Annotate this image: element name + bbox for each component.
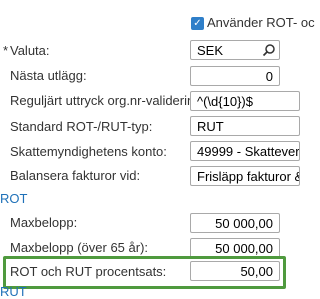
balansera-field[interactable]: Frisläpp fakturor & be: [190, 166, 300, 186]
uses-rot-checkbox[interactable]: ✓: [191, 17, 204, 30]
maxbelopp-field[interactable]: 50 000,00: [190, 213, 280, 233]
procentsats-field[interactable]: 50,00: [190, 261, 280, 281]
standard-typ-field[interactable]: RUT: [190, 116, 300, 136]
maxbelopp-65-field[interactable]: 50 000,00: [190, 238, 280, 258]
nasta-utlagg-field[interactable]: 0: [190, 66, 280, 86]
maxbelopp-65-label: Maxbelopp (över 65 år):: [10, 240, 149, 255]
skatte-konto-label: Skattemyndighetens konto:: [10, 144, 167, 159]
rut-section-title: RUT: [0, 284, 27, 299]
regex-field[interactable]: ^(\d{10})$: [190, 91, 300, 111]
valuta-label: Valuta:: [10, 43, 50, 58]
balansera-label: Balansera fakturor vid:: [10, 168, 141, 183]
uses-rot-label: Använder ROT- oc: [207, 15, 315, 30]
skatte-konto-field[interactable]: 49999 - Skatteverket: [190, 141, 300, 161]
regex-label: Reguljärt uttryck org.nr-validering:: [10, 93, 206, 108]
maxbelopp-label: Maxbelopp:: [10, 215, 78, 230]
nasta-utlagg-label: Nästa utlägg:: [10, 68, 87, 83]
rot-section-title: ROT: [0, 191, 28, 206]
valuta-value: SEK: [197, 43, 224, 58]
search-icon[interactable]: [262, 43, 276, 57]
procentsats-label: ROT och RUT procentsats:: [10, 264, 167, 279]
required-marker: *: [3, 43, 9, 58]
standard-typ-label: Standard ROT-/RUT-typ:: [10, 119, 153, 134]
